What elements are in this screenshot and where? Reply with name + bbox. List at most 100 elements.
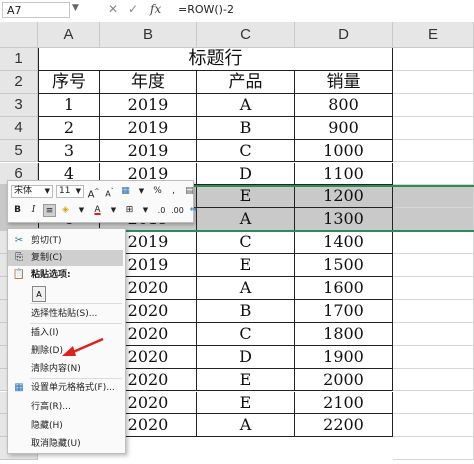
table-cell[interactable]: 900 [295,116,393,140]
table-cell[interactable]: D [197,162,295,186]
table-cell[interactable]: 1200 [295,185,393,209]
title-cell[interactable]: 标题行 [38,48,393,71]
table-cell[interactable]: 1300 [295,208,393,232]
column-header-d[interactable]: D [295,22,393,48]
menu-item[interactable]: 插入(I) [8,325,123,341]
table-header-cell[interactable]: 销量 [295,70,393,94]
table-cell[interactable]: 1500 [295,254,393,277]
accounting-format-icon[interactable]: ▦ [119,185,132,198]
cell-empty[interactable] [393,48,474,71]
cell-empty[interactable] [393,231,474,255]
cell-empty[interactable] [393,208,474,232]
menu-item[interactable]: 清除内容(N) [8,361,123,377]
column-header-b[interactable]: B [100,22,197,48]
cell-empty[interactable] [393,322,474,346]
menu-item[interactable]: 隐藏(H) [8,418,123,434]
table-cell[interactable]: E [197,391,295,415]
table-cell[interactable]: A [197,208,295,232]
table-cell[interactable]: 2000 [295,368,393,392]
chevron-down-icon[interactable]: ▼ [107,204,120,217]
cell-empty[interactable] [393,139,474,163]
table-cell[interactable]: A [197,277,295,300]
column-header-a[interactable]: A [38,22,100,48]
cell-empty[interactable] [393,277,474,300]
bold-button[interactable]: B [11,204,24,217]
table-cell[interactable]: 2019 [100,116,197,140]
chevron-down-icon[interactable]: ▼ [135,185,148,198]
table-cell[interactable]: C [197,322,295,346]
cell-empty[interactable] [393,185,474,209]
table-cell[interactable]: 1800 [295,322,393,346]
borders-icon[interactable]: ⊞ [123,204,136,217]
font-name-dropdown[interactable]: 宋体 ▼ [11,185,53,198]
table-cell[interactable]: 1400 [295,231,393,255]
cell-empty[interactable] [393,368,474,392]
chevron-down-icon[interactable]: ▼ [75,204,88,217]
merge-cells-icon[interactable]: ⇔ [187,204,200,217]
table-cell[interactable]: 2019 [100,93,197,117]
column-header-c[interactable]: C [197,22,295,48]
format-painter-icon[interactable]: ▤ [183,185,196,198]
table-cell[interactable]: 1600 [295,277,393,300]
paste-option-icon[interactable]: A [32,286,46,302]
table-cell[interactable]: A [197,414,295,438]
table-cell[interactable]: 1100 [295,162,393,186]
increase-decimal-icon[interactable]: .00 [171,204,184,217]
table-cell[interactable]: A [197,93,295,117]
table-cell[interactable]: D [197,345,295,369]
column-header-e[interactable]: E [393,22,474,48]
row-header[interactable]: 2 [0,70,38,94]
cell-empty[interactable] [393,254,474,277]
table-cell[interactable]: 1 [38,93,100,117]
align-center-icon[interactable]: ≡ [43,204,56,217]
cell-empty[interactable] [393,391,474,415]
select-all-corner[interactable] [0,22,38,48]
table-cell[interactable]: E [197,368,295,392]
table-cell[interactable]: E [197,254,295,277]
menu-item[interactable]: 行高(R)... [8,399,123,415]
menu-item[interactable]: 取消隐藏(U) [8,436,123,452]
table-cell[interactable]: 2 [38,116,100,140]
menu-item[interactable]: 删除(D) [8,343,123,359]
table-cell[interactable]: B [197,299,295,323]
cell-empty[interactable] [393,162,474,186]
enter-icon[interactable]: ✓ [128,2,138,16]
table-cell[interactable]: 1700 [295,299,393,323]
table-cell[interactable]: 3 [38,139,100,163]
insert-function-icon[interactable]: fx [150,2,161,16]
menu-item[interactable]: 选择性粘贴(S)... [8,306,123,322]
cell-empty[interactable] [393,345,474,369]
italic-button[interactable]: I [27,204,40,217]
name-box[interactable]: A7 [2,2,70,18]
chevron-down-icon[interactable]: ▼ [72,3,79,13]
table-cell[interactable]: 1900 [295,345,393,369]
font-color-icon[interactable]: A [91,204,104,217]
table-cell[interactable]: C [197,139,295,163]
table-header-cell[interactable]: 年度 [100,70,197,94]
cancel-icon[interactable]: ✕ [108,2,118,16]
menu-item[interactable]: ▦ 设置单元格格式(F)... [8,380,123,396]
chevron-down-icon[interactable]: ▼ [139,204,152,217]
table-header-cell[interactable]: 产品 [197,70,295,94]
decrease-decimal-icon[interactable]: .0 [155,204,168,217]
cell-empty[interactable] [393,299,474,323]
row-header[interactable]: 5 [0,139,38,163]
row-header[interactable]: 3 [0,93,38,117]
table-cell[interactable]: 1000 [295,139,393,163]
table-cell[interactable]: B [197,116,295,140]
decrease-font-icon[interactable]: Aˇ [103,185,116,199]
increase-font-icon[interactable]: A^ [87,185,100,200]
table-cell[interactable]: 800 [295,93,393,117]
menu-item[interactable]: ✂ 剪切(T) [8,233,123,249]
comma-style-icon[interactable]: , [167,185,180,198]
menu-item[interactable]: 📋 粘贴选项: [8,267,123,283]
table-cell[interactable]: 2200 [295,414,393,438]
table-cell[interactable]: 2019 [100,139,197,163]
row-header[interactable]: 4 [0,116,38,140]
cell-empty[interactable] [393,437,474,461]
table-cell[interactable]: E [197,185,295,209]
table-cell[interactable]: C [197,231,295,255]
table-cell[interactable]: 2100 [295,391,393,415]
table-header-cell[interactable]: 序号 [38,70,100,94]
row-header[interactable]: 1 [0,48,38,71]
